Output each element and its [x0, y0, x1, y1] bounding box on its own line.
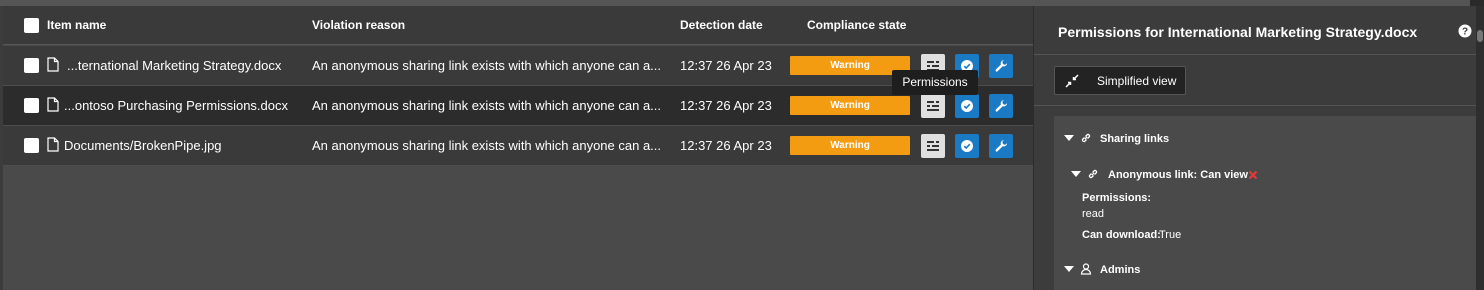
simplified-view-label: Simplified view [1097, 74, 1177, 88]
can-download-label: Can download: [1082, 229, 1161, 241]
svg-text:?: ? [1462, 27, 1468, 38]
row-checkbox[interactable] [24, 98, 39, 113]
user-icon [1080, 263, 1092, 275]
wrench-icon [995, 59, 1007, 72]
link-icon [1088, 169, 1098, 179]
remediate-button[interactable] [989, 134, 1013, 158]
status-badge: Warning [790, 136, 910, 155]
approve-button[interactable] [955, 134, 979, 158]
document-icon [47, 137, 59, 152]
simplified-view-button[interactable]: Simplified view [1054, 66, 1186, 95]
panel-separator [1034, 105, 1476, 106]
check-circle-icon [961, 140, 973, 152]
document-icon [47, 57, 59, 72]
can-download-value: True [1159, 229, 1182, 241]
help-icon[interactable]: ? [1458, 24, 1472, 38]
permissions-tooltip: Permissions [892, 70, 978, 95]
panel-separator [1034, 54, 1476, 55]
row-checkbox[interactable] [24, 138, 39, 153]
item-name: Documents/BrokenPipe.jpg [64, 138, 222, 153]
select-all-checkbox[interactable] [24, 18, 39, 33]
panel-scrollbar[interactable] [1476, 6, 1484, 290]
remediate-button[interactable] [989, 54, 1013, 78]
check-circle-icon [961, 100, 973, 112]
wrench-icon [995, 99, 1007, 112]
item-name: ...ontoso Purchasing Permissions.docx [64, 98, 288, 113]
wrench-icon [995, 139, 1007, 152]
permissions-tree: Sharing links Anonymous link: Can view P… [1054, 116, 1476, 290]
panel-title: Permissions for International Marketing … [1058, 24, 1418, 40]
document-icon [47, 97, 59, 112]
item-name: ...ternational Marketing Strategy.docx [67, 58, 282, 73]
compliance-table: Item name Violation reason Detection dat… [3, 6, 1033, 290]
link-icon [1081, 133, 1091, 143]
detection-date: 12:37 26 Apr 23 [680, 98, 772, 113]
column-header-detection-date[interactable]: Detection date [680, 18, 763, 32]
anonymous-link-label[interactable]: Anonymous link: Can view [1108, 169, 1248, 181]
column-header-compliance-state[interactable]: Compliance state [807, 18, 906, 32]
expand-arrow-icon[interactable] [1071, 171, 1081, 177]
panel-scrollbar-thumb[interactable] [1477, 30, 1483, 42]
violation-reason: An anonymous sharing link exists with wh… [312, 98, 662, 113]
table-row[interactable]: Documents/BrokenPipe.jpg An anonymous sh… [3, 126, 1033, 166]
remediate-button[interactable] [989, 94, 1013, 118]
permissions-button[interactable] [921, 94, 945, 118]
violation-reason: An anonymous sharing link exists with wh… [312, 58, 662, 73]
column-header-item-name[interactable]: Item name [47, 18, 106, 32]
permissions-icon [927, 101, 939, 111]
permissions-label: Permissions: [1082, 192, 1152, 204]
admins-label[interactable]: Admins [1100, 264, 1140, 276]
table-row[interactable]: ...ontoso Purchasing Permissions.docx An… [3, 86, 1033, 126]
detection-date: 12:37 26 Apr 23 [680, 138, 772, 153]
collapse-arrows-icon [1065, 74, 1079, 88]
column-header-violation-reason[interactable]: Violation reason [312, 18, 405, 32]
permissions-panel: Permissions for International Marketing … [1034, 6, 1476, 290]
approve-button[interactable] [955, 94, 979, 118]
remove-icon[interactable] [1248, 170, 1258, 180]
row-checkbox[interactable] [24, 58, 39, 73]
expand-arrow-icon[interactable] [1064, 266, 1074, 272]
expand-arrow-icon[interactable] [1064, 135, 1074, 141]
permissions-button[interactable] [921, 134, 945, 158]
detection-date: 12:37 26 Apr 23 [680, 58, 772, 73]
table-row[interactable]: ...ternational Marketing Strategy.docx A… [3, 46, 1033, 86]
status-badge: Warning [790, 96, 910, 115]
permissions-value: read [1082, 208, 1105, 220]
violation-reason: An anonymous sharing link exists with wh… [312, 138, 662, 153]
sharing-links-label[interactable]: Sharing links [1100, 133, 1169, 145]
permissions-icon [927, 141, 939, 151]
table-header: Item name Violation reason Detection dat… [3, 6, 1033, 45]
